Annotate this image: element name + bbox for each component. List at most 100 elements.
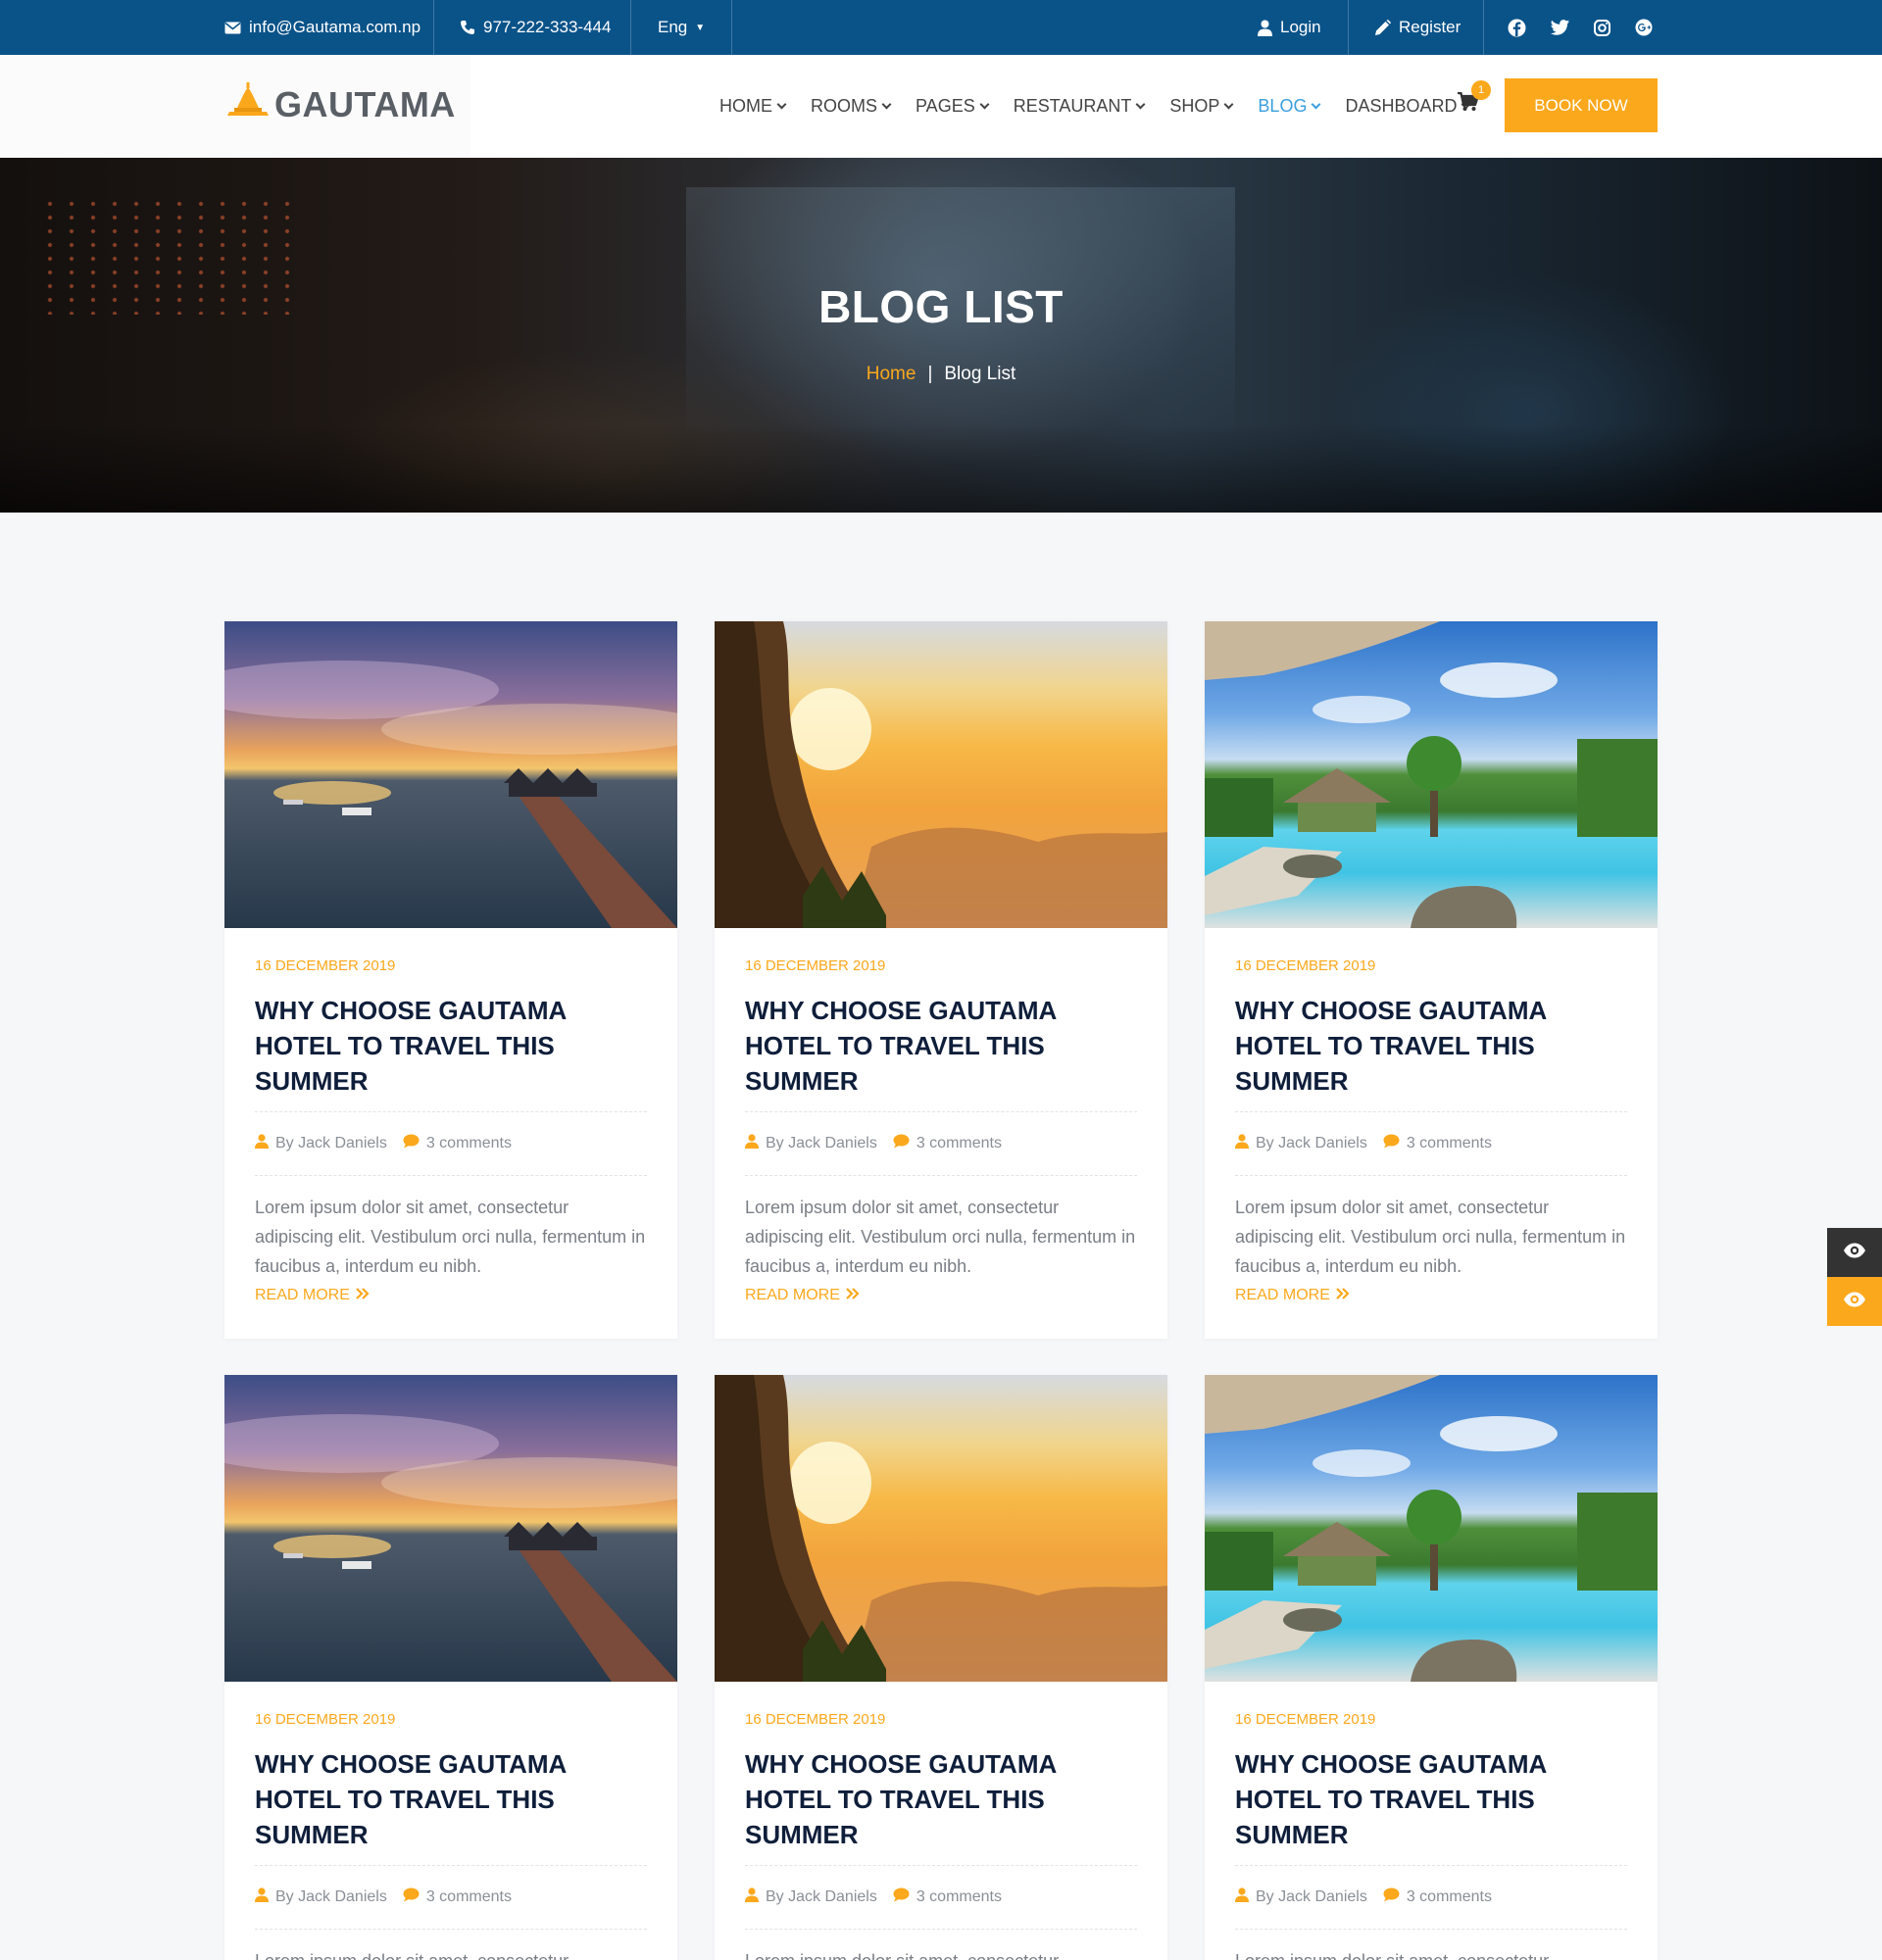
blog-card-image[interactable] — [224, 621, 677, 928]
post-author[interactable]: By Jack Daniels — [255, 1134, 387, 1153]
comment-icon — [1383, 1134, 1400, 1153]
user-icon — [745, 1887, 759, 1907]
nav-item-home[interactable]: HOME — [719, 96, 787, 117]
post-meta: By Jack Daniels 3 comments — [1235, 1111, 1627, 1176]
language-value: Eng — [658, 18, 688, 36]
chevron-down-icon — [1223, 99, 1234, 110]
blog-card-image[interactable] — [224, 1375, 677, 1682]
chevron-down-icon — [979, 99, 990, 110]
twitter-icon[interactable] — [1551, 20, 1569, 35]
user-icon — [1235, 1134, 1249, 1153]
post-comments[interactable]: 3 comments — [403, 1887, 512, 1907]
nav-item-rooms[interactable]: ROOMS — [811, 96, 892, 117]
blog-card-image[interactable] — [715, 1375, 1167, 1682]
post-comments[interactable]: 3 comments — [893, 1134, 1002, 1153]
language-select[interactable]: Eng ▼ — [658, 0, 705, 55]
post-author[interactable]: By Jack Daniels — [1235, 1134, 1367, 1153]
facebook-icon[interactable] — [1508, 19, 1526, 37]
post-title[interactable]: WHY CHOOSE GAUTAMA HOTEL TO TRAVEL THIS … — [745, 1746, 1137, 1852]
comments-count: 3 comments — [916, 1888, 1002, 1905]
user-icon — [745, 1134, 759, 1153]
author-name: By Jack Daniels — [1256, 1888, 1367, 1905]
comments-count: 3 comments — [425, 1135, 512, 1152]
google-plus-icon[interactable] — [1635, 19, 1653, 36]
instagram-icon[interactable] — [1594, 19, 1610, 36]
user-icon — [1258, 20, 1272, 36]
nav-label: PAGES — [916, 96, 975, 116]
breadcrumb-home-link[interactable]: Home — [867, 364, 916, 385]
caret-down-icon: ▼ — [695, 22, 706, 33]
book-now-button[interactable]: BOOK NOW — [1505, 78, 1658, 132]
blog-card-image[interactable] — [1205, 1375, 1658, 1682]
post-author[interactable]: By Jack Daniels — [255, 1887, 387, 1907]
logo-text: GAUTAMA — [274, 83, 456, 124]
preview-toggle-button[interactable] — [1827, 1228, 1882, 1277]
theme-preview-button[interactable] — [1827, 1277, 1882, 1326]
phone-link[interactable]: 977-222-333-444 — [460, 0, 611, 55]
nav-label: DASHBOARD — [1345, 96, 1458, 116]
post-date: 16 DECEMBER 2019 — [745, 1711, 886, 1728]
comments-count: 3 comments — [1406, 1888, 1492, 1905]
cart-button[interactable]: 1 — [1458, 80, 1491, 117]
email-link[interactable]: info@Gautama.com.np — [224, 0, 421, 55]
post-comments[interactable]: 3 comments — [1383, 1134, 1492, 1153]
nav-item-blog[interactable]: BLOG — [1258, 96, 1321, 117]
post-excerpt: Lorem ipsum dolor sit amet, consectetur — [1235, 1946, 1627, 1960]
nav-item-dashboard[interactable]: DASHBOARD — [1345, 96, 1471, 117]
eye-icon — [1843, 1243, 1866, 1263]
comment-icon — [893, 1887, 910, 1907]
comments-count: 3 comments — [1406, 1135, 1492, 1152]
post-author[interactable]: By Jack Daniels — [745, 1887, 877, 1907]
post-title[interactable]: WHY CHOOSE GAUTAMA HOTEL TO TRAVEL THIS … — [255, 993, 647, 1099]
eye-icon — [1843, 1292, 1866, 1312]
post-title[interactable]: WHY CHOOSE GAUTAMA HOTEL TO TRAVEL THIS … — [745, 993, 1137, 1099]
social-links — [1508, 0, 1653, 55]
comment-icon — [1383, 1887, 1400, 1907]
post-excerpt: Lorem ipsum dolor sit amet, consectetur — [745, 1946, 1137, 1960]
double-chevron-right-icon — [846, 1287, 860, 1304]
nav-item-restaurant[interactable]: RESTAURANT — [1014, 96, 1146, 117]
post-comments[interactable]: 3 comments — [1383, 1887, 1492, 1907]
blog-card-image[interactable] — [715, 621, 1167, 928]
author-name: By Jack Daniels — [275, 1888, 387, 1905]
post-date: 16 DECEMBER 2019 — [255, 1711, 396, 1728]
post-title[interactable]: WHY CHOOSE GAUTAMA HOTEL TO TRAVEL THIS … — [1235, 1746, 1627, 1852]
login-label: Login — [1280, 18, 1321, 36]
read-more-link[interactable]: READ MORE — [1235, 1287, 1627, 1304]
post-meta: By Jack Daniels 3 comments — [255, 1111, 647, 1176]
nav-item-pages[interactable]: PAGES — [916, 96, 990, 117]
login-link[interactable]: Login — [1258, 0, 1321, 55]
comments-count: 3 comments — [916, 1135, 1002, 1152]
post-date: 16 DECEMBER 2019 — [1235, 957, 1376, 974]
read-more-link[interactable]: READ MORE — [255, 1287, 647, 1304]
author-name: By Jack Daniels — [766, 1135, 877, 1152]
nav-item-shop[interactable]: SHOP — [1169, 96, 1234, 117]
post-author[interactable]: By Jack Daniels — [745, 1134, 877, 1153]
chevron-down-icon — [1312, 99, 1321, 110]
comment-icon — [403, 1134, 420, 1153]
logo[interactable]: GAUTAMA — [225, 82, 456, 126]
divider — [731, 0, 732, 55]
read-more-label: READ MORE — [745, 1287, 840, 1303]
post-author[interactable]: By Jack Daniels — [1235, 1887, 1367, 1907]
divider — [1483, 0, 1484, 55]
divider — [433, 0, 434, 55]
comment-icon — [403, 1887, 420, 1907]
post-excerpt: Lorem ipsum dolor sit amet, consectetur — [255, 1946, 647, 1960]
blog-card: 16 DECEMBER 2019 WHY CHOOSE GAUTAMA HOTEL… — [224, 621, 677, 1339]
post-comments[interactable]: 3 comments — [893, 1887, 1002, 1907]
phone-text: 977-222-333-444 — [483, 18, 612, 36]
author-name: By Jack Daniels — [766, 1888, 877, 1905]
hero-background-shade — [0, 424, 1882, 513]
breadcrumb-current: Blog List — [944, 364, 1016, 384]
post-comments[interactable]: 3 comments — [403, 1134, 512, 1153]
double-chevron-right-icon — [1336, 1287, 1350, 1304]
post-meta: By Jack Daniels 3 comments — [255, 1865, 647, 1930]
read-more-link[interactable]: READ MORE — [745, 1287, 1137, 1304]
page-title: BLOG LIST — [818, 281, 1064, 332]
post-title[interactable]: WHY CHOOSE GAUTAMA HOTEL TO TRAVEL THIS … — [255, 1746, 647, 1852]
post-title[interactable]: WHY CHOOSE GAUTAMA HOTEL TO TRAVEL THIS … — [1235, 993, 1627, 1099]
blog-card: 16 DECEMBER 2019 WHY CHOOSE GAUTAMA HOTEL… — [715, 621, 1167, 1339]
blog-card-image[interactable] — [1205, 621, 1658, 928]
register-link[interactable]: Register — [1374, 0, 1461, 55]
